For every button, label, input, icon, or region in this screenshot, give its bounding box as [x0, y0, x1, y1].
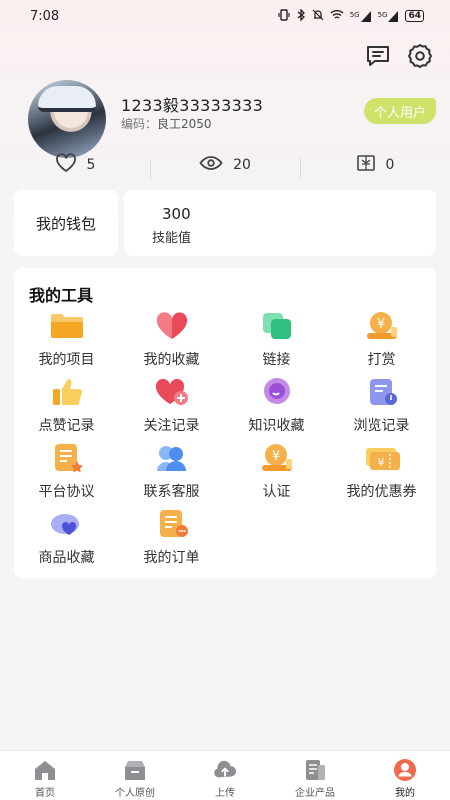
- stats-row: 5 20 0: [0, 150, 450, 180]
- person-icon: [393, 759, 417, 781]
- product-favorite-icon: [49, 508, 85, 540]
- chat-bubble-icon: [259, 376, 295, 408]
- message-icon[interactable]: [364, 42, 392, 70]
- bluetooth-icon: [296, 7, 306, 24]
- username: 1233毅33333333: [121, 96, 264, 115]
- wifi-icon: [330, 9, 344, 23]
- tool-label: 认证: [262, 484, 291, 500]
- home-icon: [33, 759, 57, 781]
- status-icons: 5G 5G 64: [278, 7, 424, 24]
- heart-outline-icon: [55, 153, 77, 177]
- avatar[interactable]: [28, 80, 106, 158]
- thumbs-up-icon: [49, 376, 85, 408]
- my-tools-panel: 我的工具 我的项目 我的收藏 链接 ¥ 打赏 点赞记录 关注记录 知识收藏 浏览…: [14, 268, 436, 578]
- tool-label: 我的订单: [143, 550, 200, 566]
- tool-certification[interactable]: ¥ 认证: [224, 442, 329, 504]
- tool-label: 关注记录: [143, 418, 200, 434]
- skill-value-box[interactable]: 300 技能值: [124, 190, 436, 256]
- customer-service-icon: [154, 442, 190, 474]
- tab-upload[interactable]: 上传: [180, 751, 270, 800]
- wallet-title[interactable]: 我的钱包: [14, 190, 118, 256]
- tool-label: 知识收藏: [248, 418, 305, 434]
- tool-label: 打赏: [367, 352, 396, 368]
- tab-personal-original[interactable]: 个人原创: [90, 751, 180, 800]
- reward-coin-icon: ¥: [364, 310, 400, 342]
- tool-label: 联系客服: [143, 484, 200, 500]
- tool-label: 浏览记录: [353, 418, 410, 434]
- tool-product-favorites[interactable]: 商品收藏: [14, 508, 119, 570]
- bottom-tab-bar: 首页 个人原创 上传 企业产品 我的: [0, 750, 450, 800]
- tool-knowledge-favorites[interactable]: 知识收藏: [224, 376, 329, 438]
- tab-enterprise-products[interactable]: 企业产品: [270, 751, 360, 800]
- coupon-icon: ¥: [364, 442, 400, 474]
- stat-coins-value: 0: [385, 157, 395, 173]
- folder-icon: [49, 310, 85, 342]
- wallet-section: 我的钱包 300 技能值: [14, 190, 436, 256]
- tool-label: 我的优惠券: [346, 484, 417, 500]
- tab-label: 企业产品: [295, 788, 335, 799]
- top-actions: [364, 42, 434, 70]
- user-code-value: 良工2050: [157, 117, 212, 131]
- tool-my-orders[interactable]: 我的订单: [119, 508, 224, 570]
- tab-label: 首页: [35, 788, 55, 799]
- stat-views[interactable]: 20: [150, 155, 300, 179]
- link-squares-icon: [259, 310, 295, 342]
- heart-icon: [154, 310, 190, 342]
- user-code: 编码：良工2050: [121, 115, 212, 132]
- tool-browse-history[interactable]: 浏览记录: [329, 376, 434, 438]
- tool-label: 平台协议: [38, 484, 95, 500]
- tool-reward[interactable]: ¥ 打赏: [329, 310, 434, 372]
- stat-views-value: 20: [233, 157, 251, 173]
- tool-label: 我的收藏: [143, 352, 200, 368]
- tool-label: 商品收藏: [38, 550, 95, 566]
- tool-follow-records[interactable]: 关注记录: [119, 376, 224, 438]
- tool-like-records[interactable]: 点赞记录: [14, 376, 119, 438]
- signal-2-icon: 5G: [378, 10, 400, 22]
- stat-coins[interactable]: 0: [300, 154, 450, 178]
- tool-label: 点赞记录: [38, 418, 95, 434]
- tool-customer-service[interactable]: 联系客服: [119, 442, 224, 504]
- tab-label: 我的: [395, 788, 415, 799]
- agreement-doc-icon: [49, 442, 85, 474]
- coin-book-icon: [356, 154, 376, 176]
- skill-value: 300: [162, 205, 191, 223]
- tool-label: 链接: [262, 352, 291, 368]
- svg-text:¥: ¥: [271, 449, 279, 464]
- svg-text:¥: ¥: [377, 456, 384, 469]
- svg-text:¥: ¥: [376, 317, 384, 332]
- signal-1-icon: 5G: [350, 10, 372, 22]
- order-doc-icon: [154, 508, 190, 540]
- stat-likes-value: 5: [86, 157, 96, 173]
- user-code-label: 编码：: [121, 117, 158, 131]
- tool-my-favorites[interactable]: 我的收藏: [119, 310, 224, 372]
- eye-icon: [199, 155, 223, 175]
- tool-links[interactable]: 链接: [224, 310, 329, 372]
- tab-home[interactable]: 首页: [0, 751, 90, 800]
- status-bar: 7:08 5G 5G 64: [0, 0, 450, 32]
- settings-gear-icon[interactable]: [406, 42, 434, 70]
- tool-my-coupons[interactable]: ¥ 我的优惠券: [329, 442, 434, 504]
- status-time: 7:08: [30, 8, 60, 24]
- tool-platform-agreement[interactable]: 平台协议: [14, 442, 119, 504]
- mute-bell-icon: [312, 9, 324, 24]
- product-doc-icon: [303, 759, 327, 781]
- tool-label: 我的项目: [38, 352, 95, 368]
- document-music-icon: [364, 376, 400, 408]
- cloud-upload-icon: [213, 759, 237, 781]
- tab-mine[interactable]: 我的: [360, 751, 450, 800]
- stat-likes[interactable]: 5: [0, 153, 150, 177]
- battery-indicator: 64: [405, 10, 424, 22]
- user-type-badge[interactable]: 个人用户: [363, 98, 436, 124]
- tab-label: 上传: [215, 788, 235, 799]
- tool-my-projects[interactable]: 我的项目: [14, 310, 119, 372]
- vibrate-icon: [278, 8, 290, 24]
- skill-value-label: 技能值: [152, 231, 192, 246]
- heart-plus-icon: [154, 376, 190, 408]
- tools-title: 我的工具: [29, 286, 94, 305]
- original-box-icon: [123, 759, 147, 781]
- tab-label: 个人原创: [115, 788, 155, 799]
- certification-coin-icon: ¥: [259, 442, 295, 474]
